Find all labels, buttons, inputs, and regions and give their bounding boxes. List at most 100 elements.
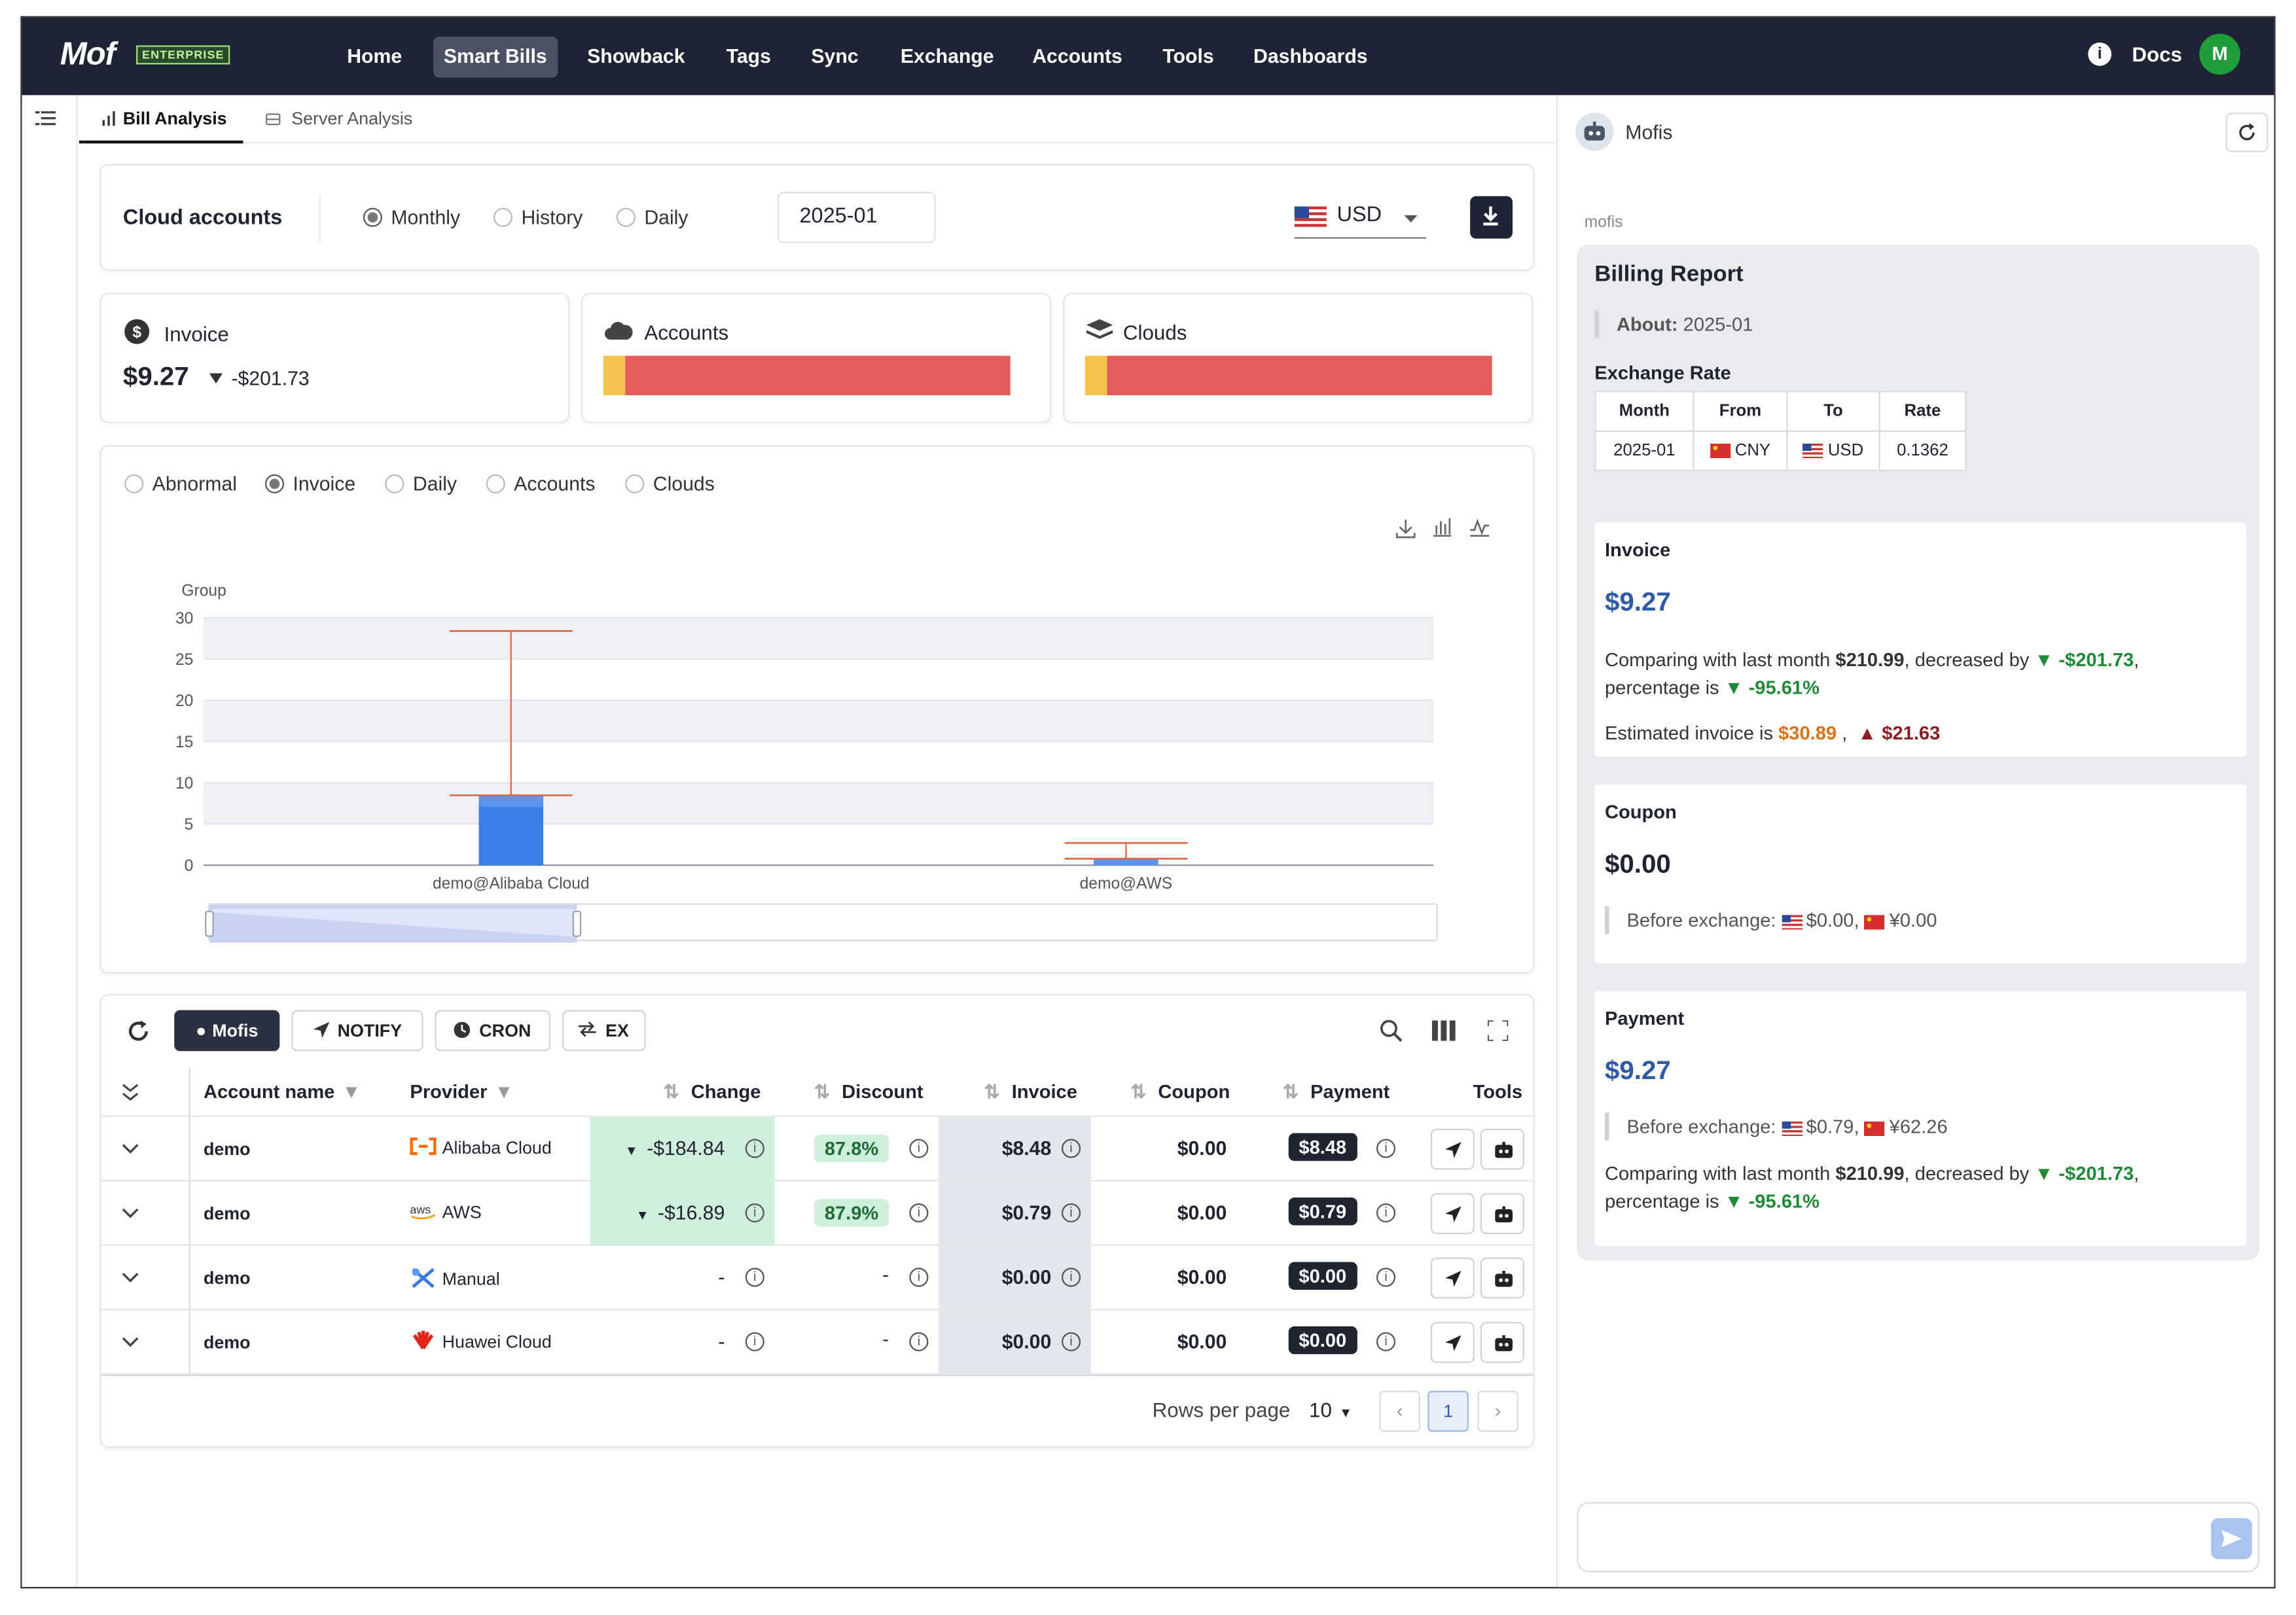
ex-button[interactable]: EX <box>562 1010 646 1052</box>
info-icon[interactable]: i <box>745 1268 764 1287</box>
notify-button[interactable]: NOTIFY <box>291 1010 423 1052</box>
filter-icon[interactable]: ▼ <box>342 1080 361 1103</box>
accounts-share-segment-2[interactable] <box>625 355 1011 396</box>
currency-select[interactable]: USD <box>1294 204 1427 239</box>
radio-monthly[interactable]: Monthly <box>363 206 460 228</box>
radio-daily[interactable]: Daily <box>616 206 689 228</box>
nav-smart-bills[interactable]: Smart Bills <box>433 36 558 78</box>
table-row[interactable]: demo Alibaba Cloud ▼ -$184.84 i 87.8% i $8.48 i $… <box>101 1116 1534 1182</box>
sort-icon[interactable]: ⇅ <box>1130 1080 1146 1103</box>
header-change[interactable]: ⇅ Change <box>663 1080 761 1104</box>
expand-all-icon[interactable] <box>122 1084 139 1104</box>
mofis-row-button[interactable] <box>1480 1193 1524 1234</box>
radio-history[interactable]: History <box>493 206 583 228</box>
info-icon[interactable]: i <box>1061 1332 1081 1351</box>
table-row[interactable]: demo aws AWS ▼ -$16.89 i 87.9% i $0.79 i $0.00 $0.7… <box>101 1181 1534 1246</box>
info-icon[interactable]: i <box>909 1139 929 1158</box>
chat-input[interactable] <box>1577 1502 2259 1572</box>
search-icon[interactable] <box>1379 1019 1403 1042</box>
mofis-row-button[interactable] <box>1480 1322 1524 1363</box>
notify-row-button[interactable] <box>1430 1128 1475 1170</box>
chart-tab-clouds[interactable]: Clouds <box>625 473 715 495</box>
info-icon[interactable]: i <box>1376 1268 1396 1287</box>
nav-tags[interactable]: Tags <box>716 37 781 78</box>
nav-dashboards[interactable]: Dashboards <box>1243 37 1378 78</box>
info-icon[interactable]: i <box>1061 1139 1081 1158</box>
header-provider[interactable]: Provider ▼ <box>410 1080 513 1103</box>
app-logo[interactable]: Mof <box>60 35 116 73</box>
header-payment[interactable]: ⇅ Payment <box>1283 1080 1390 1104</box>
mofis-button[interactable]: ● Mofis <box>174 1010 280 1052</box>
sort-icon[interactable]: ⇅ <box>814 1080 830 1103</box>
zoom-handle-right[interactable] <box>572 910 582 937</box>
menu-toggle-icon[interactable] <box>35 110 56 128</box>
nav-showback[interactable]: Showback <box>577 37 695 78</box>
header-account-name[interactable]: Account name ▼ <box>204 1080 361 1103</box>
notify-row-button[interactable] <box>1430 1193 1475 1234</box>
info-icon[interactable]: i <box>909 1268 929 1287</box>
download-button[interactable] <box>1470 196 1513 239</box>
prev-page-button[interactable]: ‹ <box>1379 1391 1421 1432</box>
expand-row-icon[interactable] <box>122 1272 139 1284</box>
info-icon[interactable]: i <box>1376 1139 1396 1158</box>
mofis-row-button[interactable] <box>1480 1257 1524 1299</box>
accounts-share-segment-1[interactable] <box>603 355 626 396</box>
expand-row-icon[interactable] <box>122 1337 139 1349</box>
info-icon[interactable]: i <box>1061 1268 1081 1287</box>
notify-row-button[interactable] <box>1430 1322 1475 1363</box>
chart-tab-accounts[interactable]: Accounts <box>486 473 595 495</box>
info-icon[interactable]: i <box>909 1203 929 1223</box>
notify-row-button[interactable] <box>1430 1257 1475 1299</box>
user-avatar[interactable]: M <box>2199 33 2240 75</box>
y-tick-label: 5 <box>185 816 194 834</box>
clock-icon <box>454 1021 471 1038</box>
nav-sync[interactable]: Sync <box>801 37 869 78</box>
nav-accounts[interactable]: Accounts <box>1022 37 1133 78</box>
send-button[interactable] <box>2211 1517 2252 1559</box>
nav-home[interactable]: Home <box>337 37 412 78</box>
info-icon[interactable]: i <box>745 1139 764 1158</box>
header-discount[interactable]: ⇅ Discount <box>814 1080 924 1104</box>
sort-icon[interactable]: ⇅ <box>1283 1080 1299 1103</box>
chart-tab-abnormal[interactable]: Abnormal <box>124 473 237 495</box>
mofis-row-button[interactable] <box>1480 1128 1524 1170</box>
page-1-button[interactable]: 1 <box>1427 1391 1469 1432</box>
columns-icon[interactable] <box>1431 1020 1456 1041</box>
filter-icon[interactable]: ▼ <box>495 1080 514 1103</box>
sort-icon[interactable]: ⇅ <box>663 1080 679 1103</box>
info-icon[interactable]: i <box>745 1203 764 1223</box>
chart-tab-daily[interactable]: Daily <box>385 473 457 495</box>
docs-link[interactable]: Docs <box>2132 43 2182 66</box>
info-icon[interactable]: i <box>1376 1332 1396 1351</box>
tab-server-analysis[interactable]: Server Analysis <box>265 95 412 143</box>
zoom-handle-left[interactable] <box>205 910 214 937</box>
cron-button[interactable]: CRON <box>435 1010 551 1052</box>
sort-icon[interactable]: ⇅ <box>984 1080 999 1103</box>
tab-bill-analysis[interactable]: Bill Analysis <box>79 95 243 144</box>
refresh-icon[interactable] <box>126 1019 151 1044</box>
info-icon[interactable]: i <box>745 1332 764 1351</box>
info-icon[interactable]: i <box>1376 1203 1396 1223</box>
clouds-share-segment-2[interactable] <box>1107 355 1492 396</box>
header-invoice[interactable]: ⇅ Invoice <box>984 1080 1077 1104</box>
next-page-button[interactable]: › <box>1477 1391 1518 1432</box>
table-row[interactable]: demo Huawei Cloud - i - i $0.00 i $0.00 $0.00 i <box>101 1310 1534 1375</box>
month-picker[interactable]: 2025-01 <box>777 192 936 243</box>
bar-chart-icon <box>102 111 115 126</box>
header-coupon[interactable]: ⇅ Coupon <box>1130 1080 1230 1104</box>
clouds-share-segment-1[interactable] <box>1085 355 1107 396</box>
info-icon[interactable]: i <box>2088 42 2112 66</box>
info-icon[interactable]: i <box>909 1332 929 1351</box>
table-row[interactable]: demo Manual - i - i $0.00 i $0.00 $0.00 i <box>101 1246 1534 1311</box>
chart-tab-invoice[interactable]: Invoice <box>264 473 355 495</box>
assistant-refresh-button[interactable] <box>2225 113 2269 152</box>
cron-label: CRON <box>479 1020 531 1041</box>
info-icon[interactable]: i <box>1061 1203 1081 1223</box>
rows-per-page-select[interactable]: 10 ▼ <box>1309 1398 1352 1422</box>
nav-tools[interactable]: Tools <box>1153 37 1225 78</box>
zoom-slider[interactable] <box>205 903 1438 943</box>
fullscreen-icon[interactable] <box>1487 1020 1509 1041</box>
expand-row-icon[interactable] <box>122 1208 139 1220</box>
expand-row-icon[interactable] <box>122 1143 139 1155</box>
nav-exchange[interactable]: Exchange <box>890 37 1004 78</box>
